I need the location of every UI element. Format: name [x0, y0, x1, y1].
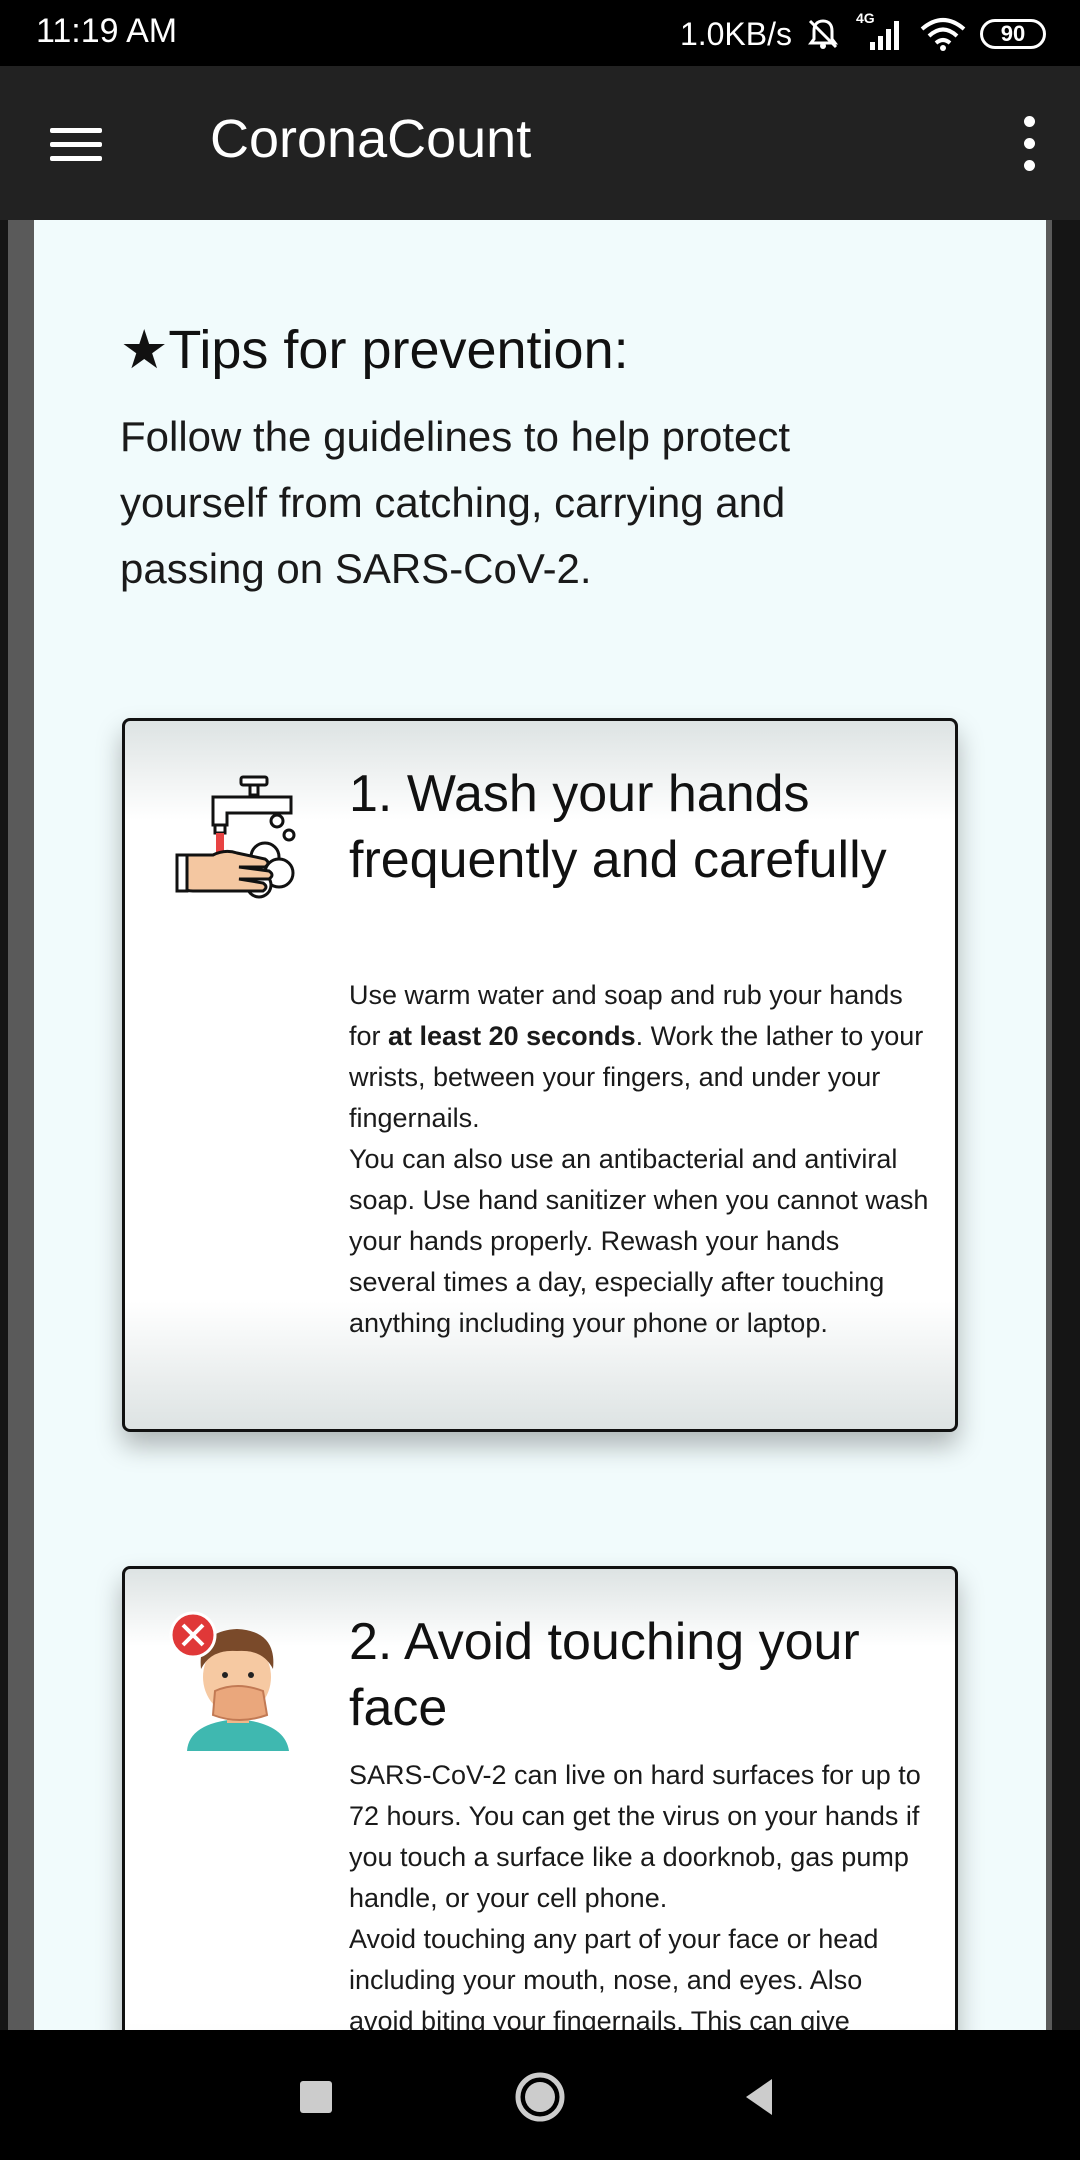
no-face-touch-icon: [169, 1611, 289, 1751]
tip-body: Use warm water and soap and rub your han…: [349, 975, 929, 1344]
tip-title: 1. Wash your hands frequently and carefu…: [349, 765, 887, 889]
app-bar: CoronaCount: [0, 66, 1080, 220]
status-icons: 1.0KB/s 4G 90: [679, 10, 1046, 56]
page-heading: ★Tips for prevention:: [120, 320, 629, 380]
signal-icon: 4G: [854, 10, 906, 52]
wifi-icon: [920, 18, 966, 51]
tip-title: 2. Avoid touching your face: [349, 1613, 860, 1737]
net-speed: 1.0KB/s: [679, 15, 792, 52]
more-vert-icon[interactable]: [1010, 110, 1050, 180]
home-button[interactable]: [508, 2065, 572, 2129]
tip-card-wash-hands: 1. Wash your hands frequently and carefu…: [122, 718, 958, 1432]
recents-button[interactable]: [284, 2065, 348, 2129]
status-time: 11:19 AM: [36, 12, 178, 50]
app-title: CoronaCount: [210, 109, 532, 169]
system-nav-bar: [0, 2030, 1080, 2160]
tip-paragraph: Use warm water and soap and rub your han…: [349, 975, 929, 1139]
tip-paragraph: Avoid touching any part of your face or …: [349, 1924, 879, 2030]
battery-icon: 90: [980, 19, 1046, 49]
tip-body: SARS-CoV-2 can live on hard surfaces for…: [349, 1755, 929, 2030]
hand-washing-icon: [175, 775, 296, 899]
status-bar: 11:19 AM 1.0KB/s 4G 90: [0, 0, 1080, 66]
tip-paragraph: You can also use an antibacterial and an…: [349, 1144, 929, 1338]
intro-text: Follow the guidelines to help protect yo…: [120, 413, 791, 592]
back-button[interactable]: [728, 2065, 792, 2129]
mute-icon: [808, 19, 838, 49]
tips-page: ★Tips for prevention: Follow the guideli…: [34, 220, 1046, 2030]
tip-card-avoid-face: 2. Avoid touching your face SARS-CoV-2 c…: [122, 1566, 958, 2030]
tip-paragraph: SARS-CoV-2 can live on hard surfaces for…: [349, 1760, 921, 1913]
content-scroll-area[interactable]: ★Tips for prevention: Follow the guideli…: [0, 220, 1080, 2030]
hamburger-menu-icon[interactable]: [40, 114, 114, 174]
tip-emphasis: at least 20 seconds: [388, 1021, 636, 1051]
